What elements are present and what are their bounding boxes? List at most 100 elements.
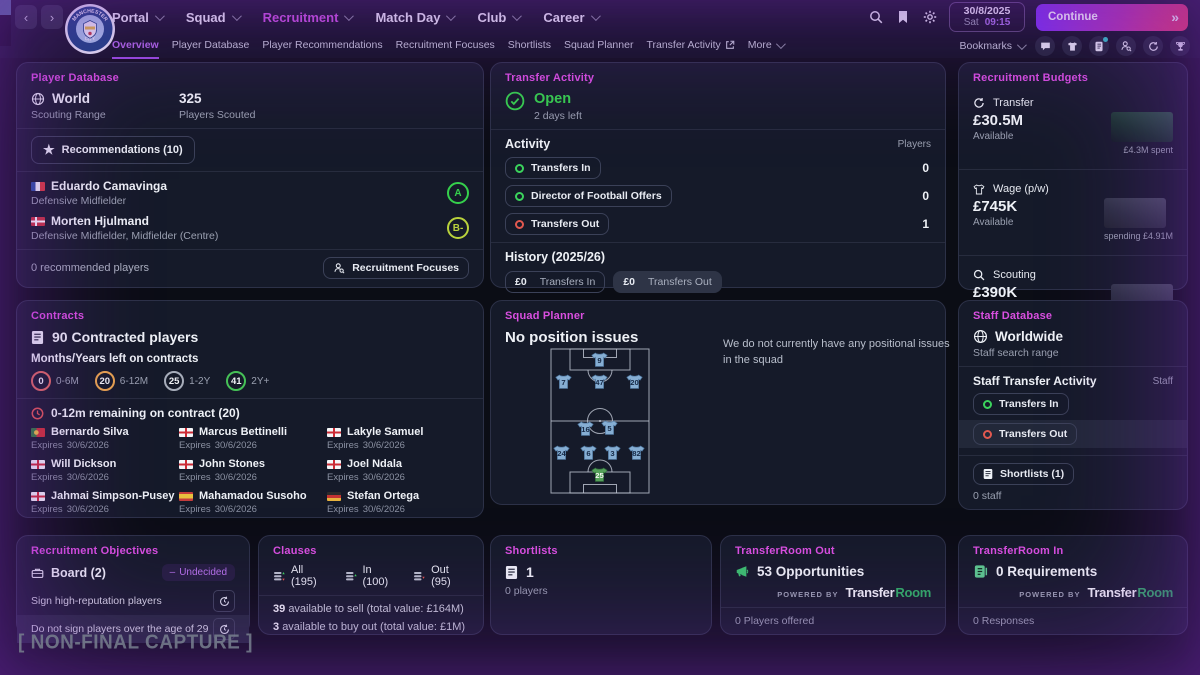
gear-icon[interactable] (922, 9, 938, 25)
continue-button[interactable]: Continue » (1036, 4, 1188, 31)
notification-dot (1103, 37, 1108, 42)
activity-row[interactable]: Transfers In 0 (505, 157, 931, 179)
staff-transfers-out-chip[interactable]: Transfers Out (973, 423, 1077, 445)
panel-shortlists[interactable]: Shortlists 1 0 players (490, 535, 712, 635)
panel-staff-database[interactable]: Staff Database Worldwide Staff search ra… (958, 300, 1188, 510)
contract-badge-0-6m[interactable]: 0 0-6M (31, 371, 79, 391)
contract-cell[interactable]: Stefan OrtegaExpires30/6/2026 (327, 490, 469, 515)
transfers-sync-icon[interactable] (1143, 36, 1163, 56)
activity-row[interactable]: Director of Football Offers 0 (505, 185, 931, 207)
panel-transferroom-out[interactable]: TransferRoom Out 53 Opportunities POWERE… (720, 535, 946, 635)
transfers-in-chip[interactable]: Transfers In (505, 157, 601, 179)
nation-flag (179, 460, 193, 469)
contract-badge-6-12m[interactable]: 20 6-12M (95, 371, 148, 391)
recommended-player-row[interactable]: Morten Hjulmand Defensive Midfielder, Mi… (31, 214, 469, 242)
tab-more[interactable]: More (748, 39, 783, 53)
nav-squad[interactable]: Squad (186, 10, 239, 25)
objective-history-button[interactable] (213, 590, 235, 612)
clauses-filter-out[interactable]: Out (95) (413, 564, 469, 588)
recommended-count: 0 recommended players (31, 262, 149, 274)
svg-text:24: 24 (557, 449, 566, 458)
tab-transfer-activity[interactable]: Transfer Activity (646, 39, 734, 53)
recommended-player-row[interactable]: Eduardo Camavinga Defensive Midfielder A (31, 179, 469, 207)
divider (17, 128, 483, 129)
contract-badge-1-2y[interactable]: 25 1-2Y (164, 371, 210, 391)
scouting-icon[interactable] (1116, 36, 1136, 56)
nav-club[interactable]: Club (477, 10, 519, 25)
budget-item-transfer[interactable]: Transfer £30.5M Available £4.3M spent (973, 91, 1173, 162)
tab-recruitment-focuses[interactable]: Recruitment Focuses (396, 39, 495, 53)
contract-cell[interactable]: Will DicksonExpires30/6/2026 (31, 458, 179, 483)
contract-cell[interactable]: Jahmai Simpson-PuseyExpires30/6/2026 (31, 490, 179, 515)
player-name: Morten Hjulmand (51, 214, 149, 228)
panel-clauses[interactable]: Clauses All (195) In (100) Out (95) (258, 535, 484, 635)
tab-overview[interactable]: Overview (112, 39, 159, 53)
formation-pitch[interactable]: 9 7 47 20 16 5 24 6 3 82 25 (550, 348, 650, 494)
staff-shortlists-button[interactable]: Shortlists (1) (973, 463, 1074, 485)
search-icon[interactable] (868, 9, 884, 25)
nav-portal[interactable]: Portal (112, 10, 162, 25)
panel-recruitment-budgets[interactable]: Recruitment Budgets Transfer £30.5M Avai… (958, 62, 1188, 290)
forward-button[interactable]: › (41, 5, 63, 29)
tab-shortlists[interactable]: Shortlists (508, 39, 551, 53)
club-badge[interactable]: MANCHESTER CITY (64, 3, 116, 55)
powered-by-transferroom: POWERED BY TransferRoom (973, 585, 1173, 600)
history-transfers-in-button[interactable]: £0Transfers In (505, 271, 605, 293)
transfers-out-icon (983, 430, 992, 439)
panel-contracts[interactable]: Contracts 90 Contracted players Months/Y… (16, 300, 484, 518)
recruitment-focuses-button[interactable]: Recruitment Focuses (323, 257, 469, 279)
panel-transferroom-in[interactable]: TransferRoom In 0 Requirements POWERED B… (958, 535, 1188, 635)
history-transfers-out-button[interactable]: £0Transfers Out (613, 271, 721, 293)
bookmarks-dropdown[interactable]: Bookmarks (959, 40, 1024, 52)
powered-by-transferroom: POWERED BY TransferRoom (735, 585, 931, 600)
panel-player-database[interactable]: Player Database World Scouting Range 325… (16, 62, 484, 288)
budget-amount: £30.5M (973, 112, 1023, 129)
contract-badge-2y-plus[interactable]: 41 2Y+ (226, 371, 269, 391)
tab-player-database[interactable]: Player Database (172, 39, 250, 53)
shortlist-document-icon (983, 468, 993, 480)
panel-title: Clauses (273, 545, 469, 557)
dof-offers-chip[interactable]: Director of Football Offers (505, 185, 672, 207)
bookmark-icon[interactable] (895, 9, 911, 25)
nav-career[interactable]: Career (543, 10, 597, 25)
objective-row[interactable]: Sign high-reputation players (31, 587, 235, 615)
chevron-down-icon (155, 11, 165, 21)
staff-transfers-in-row[interactable]: Transfers In (973, 393, 1173, 415)
clauses-filter-in[interactable]: In (100) (345, 564, 399, 588)
back-button[interactable]: ‹ (15, 5, 37, 29)
svg-text:47: 47 (595, 378, 604, 387)
nav-match-day[interactable]: Match Day (375, 10, 453, 25)
contract-cell[interactable]: Joel NdalaExpires30/6/2026 (327, 458, 469, 483)
scouting-magnifier-icon (973, 269, 985, 281)
inbox-notes-icon[interactable] (1089, 36, 1109, 56)
svg-text:3: 3 (610, 449, 614, 458)
budget-item-wage[interactable]: Wage (p/w) £745K Available spending £4.9… (973, 177, 1173, 248)
wage-shirt-icon (973, 184, 985, 195)
pitch-shirt: 24 (554, 446, 569, 459)
contract-cell[interactable]: Mahamadou SusohoExpires30/6/2026 (179, 490, 327, 515)
staff-transfers-out-row[interactable]: Transfers Out (959, 420, 1187, 448)
chat-icon[interactable] (1035, 36, 1055, 56)
clauses-filter-all[interactable]: All (195) (273, 564, 330, 588)
trophy-icon[interactable] (1170, 36, 1190, 56)
activity-row[interactable]: Transfers Out 1 (505, 213, 931, 235)
recommendations-button[interactable]: ★ Recommendations (10) (31, 136, 195, 164)
tab-squad-planner[interactable]: Squad Planner (564, 39, 633, 53)
panel-recruitment-objectives[interactable]: Recruitment Objectives Board (2) – Undec… (16, 535, 250, 635)
player-position: Defensive Midfielder, Midfielder (Centre… (31, 230, 218, 242)
tab-player-recommendations[interactable]: Player Recommendations (262, 39, 382, 53)
kit-shirt-icon[interactable] (1062, 36, 1082, 56)
panel-squad-planner[interactable]: Squad Planner No position issues We do n… (490, 300, 946, 505)
contract-cell[interactable]: Bernardo SilvaExpires30/6/2026 (31, 426, 179, 451)
transfers-out-icon (515, 220, 524, 229)
nav-recruitment[interactable]: Recruitment (263, 10, 352, 25)
contract-length-badges: 0 0-6M 20 6-12M 25 1-2Y 41 2Y+ (31, 371, 469, 391)
contract-cell[interactable]: John StonesExpires30/6/2026 (179, 458, 327, 483)
contract-cell[interactable]: Lakyle SamuelExpires30/6/2026 (327, 426, 469, 451)
panel-transfer-activity[interactable]: Transfer Activity Open 2 days left Activ… (490, 62, 946, 288)
sub-nav-right: Bookmarks (959, 36, 1200, 56)
game-date[interactable]: 30/8/2025 Sat 09:15 (949, 2, 1025, 32)
transfers-out-chip[interactable]: Transfers Out (505, 213, 609, 235)
staff-transfers-in-chip[interactable]: Transfers In (973, 393, 1069, 415)
contract-cell[interactable]: Marcus BettinelliExpires30/6/2026 (179, 426, 327, 451)
